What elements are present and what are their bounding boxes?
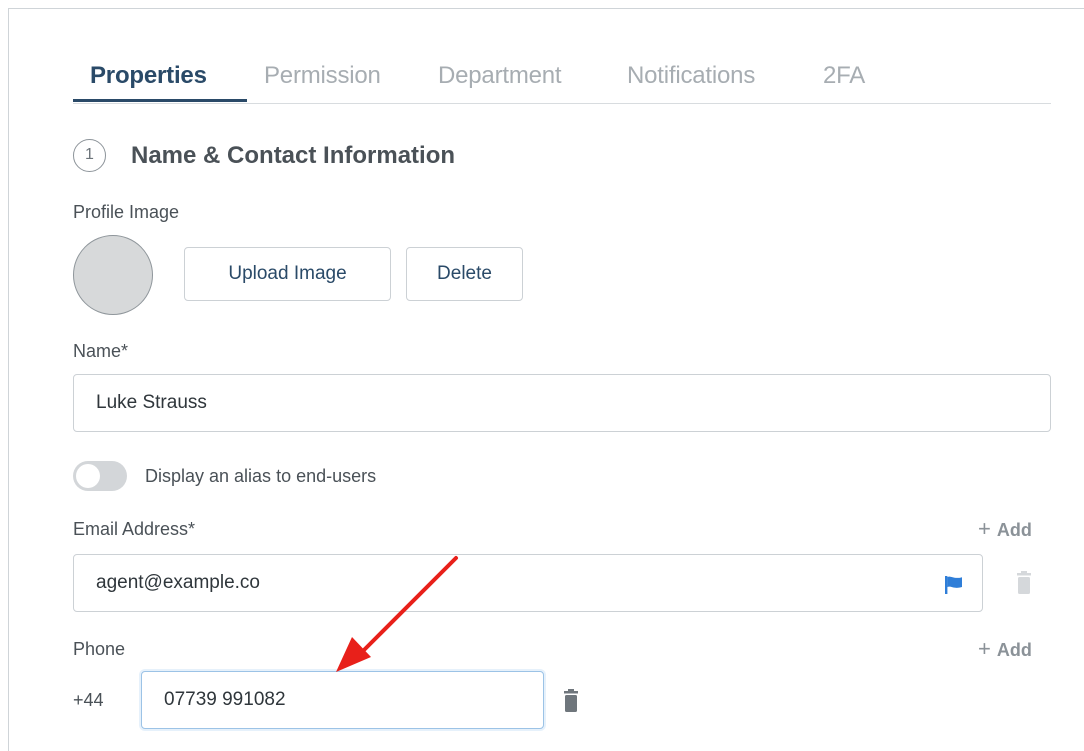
add-phone-button[interactable]: + Add [978,636,1032,662]
toggle-knob [76,464,100,488]
delete-image-button[interactable]: Delete [406,247,523,301]
email-input[interactable]: agent@example.co [73,554,983,612]
profile-image-label: Profile Image [73,202,180,222]
flag-icon[interactable] [944,575,964,595]
name-label: Name* [73,341,129,361]
add-email-button[interactable]: + Add [978,516,1032,542]
add-email-label: Add [996,520,1032,540]
plus-icon: + [978,636,991,661]
trash-icon[interactable] [1015,571,1033,595]
tab-permission[interactable]: Permission [264,56,381,102]
active-tab-indicator [73,99,247,102]
alias-toggle[interactable] [73,461,127,491]
email-label: Email Address* [73,519,196,539]
tab-properties[interactable]: Properties [90,56,207,102]
upload-image-button[interactable]: Upload Image [184,247,391,301]
tab-notifications[interactable]: Notifications [627,56,755,102]
section-title: Name & Contact Information [131,142,456,169]
trash-icon[interactable] [562,689,580,713]
plus-icon: + [978,516,991,541]
tab-2fa[interactable]: 2FA [823,56,865,102]
panel-border-top [8,8,1084,9]
alias-toggle-label: Display an alias to end-users [145,466,377,486]
tab-department[interactable]: Department [438,56,562,102]
phone-label: Phone [73,639,126,659]
name-input[interactable]: Luke Strauss [73,374,1051,432]
tab-bar: Properties Permission Department Notific… [73,56,1051,104]
section-step-number: 1 [73,139,106,172]
avatar [73,235,153,315]
add-phone-label: Add [996,640,1032,660]
phone-country-code[interactable]: +44 [73,687,104,713]
agent-settings-panel: Properties Permission Department Notific… [0,0,1084,751]
phone-input[interactable]: 07739 991082 [141,671,544,729]
panel-border-left [8,8,9,751]
